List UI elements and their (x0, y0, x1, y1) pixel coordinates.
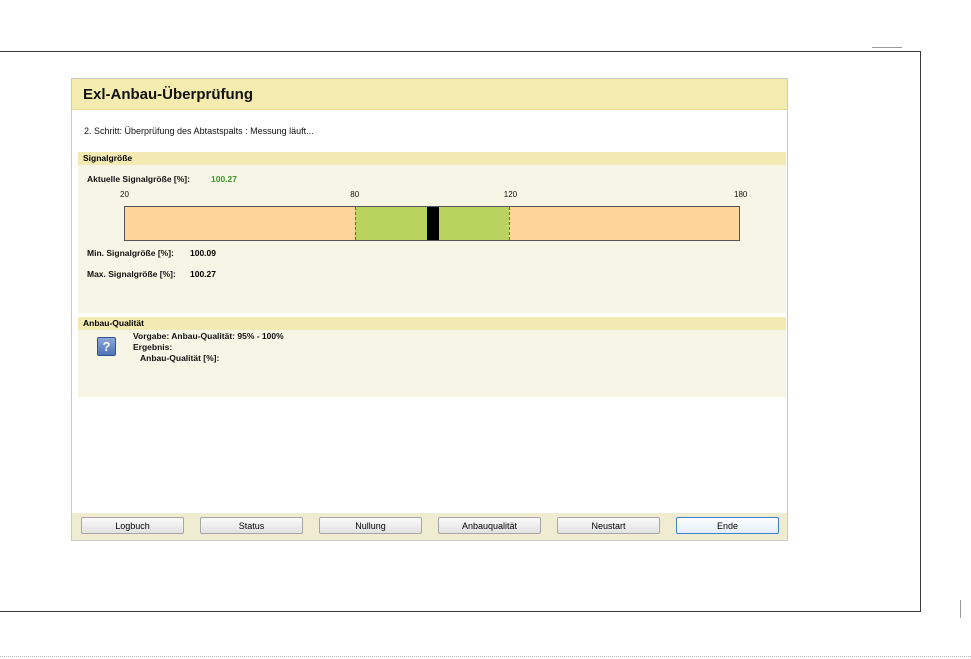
button-bar: Logbuch Status Nullung Anbauqualität Neu… (72, 513, 787, 540)
scale-tick-label: 20 (120, 190, 129, 199)
step-status-text: 2. Schritt: Überprüfung des Abtastspalts… (84, 126, 314, 136)
dotted-divider (0, 656, 971, 657)
scale-tick-label: 80 (350, 190, 360, 199)
title-bar: Exl-Anbau-Überprüfung (72, 79, 787, 110)
quality-result-label: Ergebnis: (133, 342, 173, 352)
min-signal-value: 100.09 (190, 248, 216, 258)
frame-tick (872, 47, 902, 48)
signal-scale-bar (124, 206, 740, 241)
status-button[interactable]: Status (200, 517, 303, 534)
zero-button[interactable]: Nullung (319, 517, 422, 534)
quality-section-header: Anbau-Qualität (78, 317, 786, 330)
restart-button[interactable]: Neustart (557, 517, 660, 534)
mounting-quality-button[interactable]: Anbauqualität (438, 517, 541, 534)
signal-section-header: Signalgröße (78, 152, 786, 165)
range-limit-line (355, 207, 357, 240)
frame-tick (960, 600, 961, 618)
frame-border-top (0, 51, 920, 52)
range-limit-line (508, 207, 510, 240)
quality-spec-text: Vorgabe: Anbau-Qualität: 95% - 100% (133, 331, 284, 341)
window-title: Exl-Anbau-Überprüfung (83, 86, 253, 103)
frame-border-bottom (0, 611, 921, 612)
max-signal-value: 100.27 (190, 269, 216, 279)
end-button[interactable]: Ende (676, 517, 779, 534)
current-signal-value: 100.27 (211, 174, 237, 184)
min-signal-label: Min. Signalgröße [%]: (87, 248, 174, 258)
logbook-button[interactable]: Logbuch (81, 517, 184, 534)
scale-tick-label: 180 (734, 190, 748, 199)
app-window: Exl-Anbau-Überprüfung 2. Schritt: Überpr… (71, 78, 788, 541)
scale-tick-label: 120 (503, 190, 518, 199)
quality-percent-label: Anbau-Qualität [%]: (140, 353, 220, 363)
question-icon: ? (97, 337, 116, 356)
signal-indicator (427, 207, 440, 240)
max-signal-label: Max. Signalgröße [%]: (87, 269, 176, 279)
current-signal-label: Aktuelle Signalgröße [%]: (87, 174, 190, 184)
frame-border-right (920, 51, 921, 611)
